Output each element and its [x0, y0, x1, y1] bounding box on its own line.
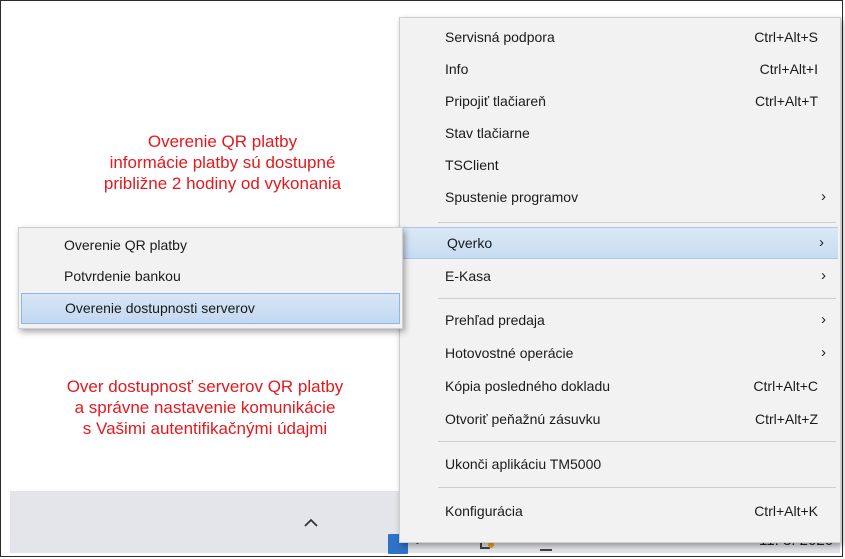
- submenu-chevron-icon: ›: [821, 311, 826, 328]
- annotation-line: Overenie QR platby: [147, 132, 298, 151]
- menu-item-konfiguracia[interactable]: Konfigurácia Ctrl+Alt+K: [400, 495, 840, 527]
- menu-item-label: Otvoriť peňažnú zásuvku: [445, 411, 601, 427]
- menu-item-label: Info: [445, 61, 469, 77]
- menu-item-label: Overenie QR platby: [64, 237, 187, 253]
- submenu-item-overenie-qr-platby[interactable]: Overenie QR platby: [19, 230, 402, 261]
- menu-item-otvorit-peaznu-zasuvku[interactable]: Otvoriť peňažnú zásuvku Ctrl+Alt+Z: [400, 403, 840, 435]
- submenu-item-overenie-dostupnosti-serverov[interactable]: Overenie dostupnosti serverov: [21, 293, 400, 324]
- menu-item-shortcut: Ctrl+Alt+S: [754, 29, 818, 45]
- annotation-line: a správne nastavenie komunikácie: [74, 398, 336, 417]
- submenu-chevron-icon: ›: [819, 234, 824, 251]
- context-menu: Servisná podpora Ctrl+Alt+S Info Ctrl+Al…: [399, 17, 841, 543]
- menu-item-label: Pripojiť tlačiareň: [445, 93, 546, 109]
- menu-item-spustenie-programov[interactable]: Spustenie programov ›: [400, 181, 840, 213]
- menu-separator: [438, 298, 836, 299]
- menu-item-label: Ukonči aplikáciu TM5000: [445, 456, 602, 472]
- menu-item-label: Potvrdenie bankou: [64, 268, 181, 284]
- menu-item-shortcut: Ctrl+Alt+T: [754, 93, 818, 109]
- submenu-chevron-icon: ›: [821, 344, 826, 361]
- menu-item-e-kasa[interactable]: E-Kasa ›: [400, 260, 840, 292]
- menu-item-label: Konfigurácia: [445, 503, 523, 519]
- tray-expand-chevron-icon[interactable]: [297, 517, 325, 537]
- menu-item-info[interactable]: Info Ctrl+Alt+I: [400, 53, 840, 85]
- menu-item-shortcut: Ctrl+Alt+Z: [754, 411, 818, 427]
- menu-item-label: Stav tlačiarne: [445, 125, 530, 141]
- menu-item-label: Overenie dostupnosti serverov: [65, 300, 255, 316]
- menu-item-stav-tlaciarne[interactable]: Stav tlačiarne: [400, 117, 840, 149]
- qverko-submenu: Overenie QR platby Potvrdenie bankou Ove…: [18, 227, 403, 329]
- annotation-line: informácie platby sú dostupné: [109, 153, 336, 172]
- submenu-chevron-icon: ›: [821, 267, 826, 284]
- menu-item-label: Spustenie programov: [445, 189, 579, 205]
- menu-item-hotovostne-operacie[interactable]: Hotovostné operácie ›: [400, 337, 840, 369]
- annotation-server-availability: Over dostupnosť serverov QR platby a spr…: [20, 376, 390, 439]
- menu-item-pripojit-tlaciaren[interactable]: Pripojiť tlačiareň Ctrl+Alt+T: [400, 85, 840, 117]
- annotation-line: s Vašimi autentifikačnými údajmi: [82, 419, 328, 438]
- menu-item-label: Prehľad predaja: [445, 312, 545, 328]
- menu-item-prehlad-predaja[interactable]: Prehľad predaja ›: [400, 304, 840, 336]
- menu-item-label: E-Kasa: [445, 268, 491, 284]
- menu-item-qverko[interactable]: Qverko ›: [402, 227, 838, 259]
- menu-item-label: Kópia posledného dokladu: [445, 378, 611, 394]
- menu-item-ukonci-aplikaciu[interactable]: Ukonči aplikáciu TM5000: [400, 448, 840, 480]
- menu-item-label: Hotovostné operácie: [445, 345, 574, 361]
- menu-separator: [438, 222, 836, 223]
- submenu-item-potvrdenie-bankou[interactable]: Potvrdenie bankou: [19, 261, 402, 292]
- menu-item-shortcut: Ctrl+Alt+C: [753, 378, 818, 394]
- menu-item-label: Qverko: [447, 235, 493, 251]
- submenu-chevron-icon: ›: [821, 188, 826, 205]
- annotation-line: približne 2 hodiny od vykonania: [103, 174, 342, 193]
- menu-separator: [438, 441, 836, 442]
- menu-item-shortcut: Ctrl+Alt+I: [759, 61, 818, 77]
- menu-item-label: Servisná podpora: [445, 29, 555, 45]
- annotation-line: Over dostupnosť serverov QR platby: [66, 377, 344, 396]
- menu-item-servisna-podpora[interactable]: Servisná podpora Ctrl+Alt+S: [400, 21, 840, 53]
- menu-item-tsclient[interactable]: TSClient: [400, 149, 840, 181]
- menu-item-label: TSClient: [445, 157, 499, 173]
- menu-separator: [438, 487, 836, 488]
- menu-item-kopia-posledneho-dokladu[interactable]: Kópia posledného dokladu Ctrl+Alt+C: [400, 370, 840, 402]
- menu-item-shortcut: Ctrl+Alt+K: [754, 503, 818, 519]
- annotation-qr-verification: Overenie QR platby informácie platby sú …: [50, 131, 395, 194]
